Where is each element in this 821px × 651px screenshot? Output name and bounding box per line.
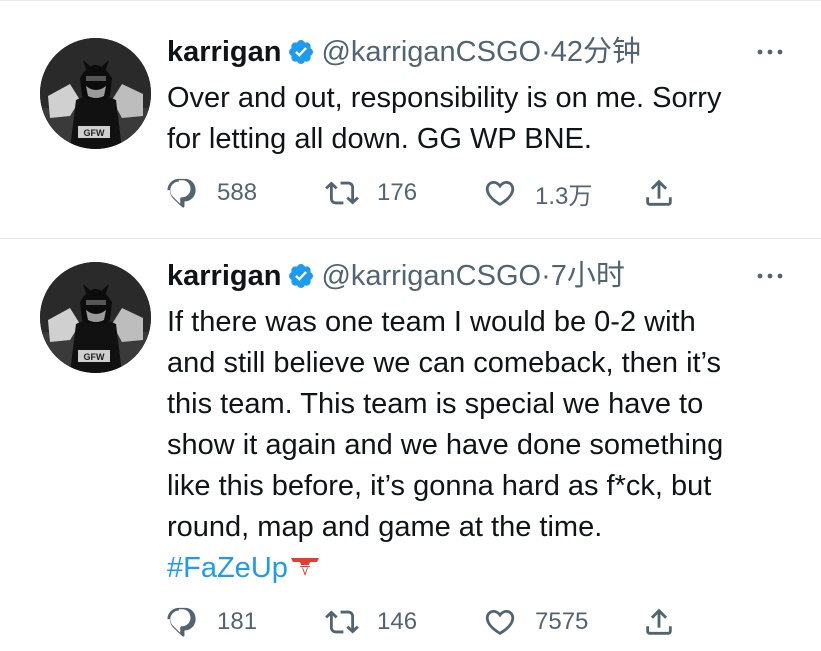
tweet-header: karrigan @karriganCSGO·7小时 xyxy=(167,256,625,296)
like-icon xyxy=(485,180,515,206)
reply-icon xyxy=(167,178,196,208)
tweet-text-line: for letting all down. GG WP BNE. xyxy=(167,123,592,155)
author-name[interactable]: karrigan xyxy=(167,260,281,292)
like-count: 7575 xyxy=(535,608,589,635)
faze-logo-icon xyxy=(290,558,319,576)
more-icon[interactable] xyxy=(752,266,788,286)
share-icon xyxy=(646,608,672,635)
retweet-icon xyxy=(325,181,359,205)
retweet-count: 146 xyxy=(377,608,418,635)
avatar-image: GFW xyxy=(40,262,151,373)
reply-count: 181 xyxy=(217,608,258,635)
tweet-text-line: this team. This team is special we have … xyxy=(167,388,704,420)
svg-text:GFW: GFW xyxy=(84,128,105,138)
separator-dot: · xyxy=(541,36,551,68)
like-icon xyxy=(485,609,515,635)
avatar[interactable]: GFW xyxy=(40,262,151,373)
retweet-button[interactable]: 176 xyxy=(325,176,417,210)
tweet-text-line: round, map and game at the time. xyxy=(167,511,603,543)
separator-dot: · xyxy=(541,260,551,292)
like-button[interactable]: 1.3万 xyxy=(483,176,592,210)
hashtag-line: #FaZeUp xyxy=(167,548,807,589)
share-button[interactable] xyxy=(642,605,676,639)
hashtag-link[interactable]: #FaZeUp xyxy=(167,552,288,584)
tweet-text-line: like this before, it’s gonna hard as f*c… xyxy=(167,470,712,502)
timestamp[interactable]: 42分钟 xyxy=(551,36,641,68)
tweet-2[interactable]: GFW karrigan @karriganCSGO·7小时 If there w… xyxy=(0,239,821,651)
more-icon[interactable] xyxy=(752,42,788,62)
tweet-text-line: If there was one team I would be 0-2 wit… xyxy=(167,306,696,338)
action-bar: 588 176 1.3万 xyxy=(165,176,705,210)
tweet-text-line: and still believe we can comeback, then … xyxy=(167,347,721,379)
verified-badge-icon xyxy=(289,264,314,288)
tweet-text: Over and out, responsibility is on me. S… xyxy=(167,78,807,160)
avatar-image: GFW xyxy=(40,38,151,149)
timestamp[interactable]: 7小时 xyxy=(551,260,625,292)
tweet-text-line: Over and out, responsibility is on me. S… xyxy=(167,82,722,114)
reply-icon xyxy=(167,607,196,637)
retweet-count: 176 xyxy=(377,179,418,206)
author-handle[interactable]: @karriganCSGO xyxy=(321,260,541,292)
reply-button[interactable]: 181 xyxy=(165,605,257,639)
avatar[interactable]: GFW xyxy=(40,38,151,149)
author-name[interactable]: karrigan xyxy=(167,36,281,68)
share-button[interactable] xyxy=(642,176,676,210)
svg-text:GFW: GFW xyxy=(84,352,105,362)
like-button[interactable]: 7575 xyxy=(483,605,588,639)
author-handle[interactable]: @karriganCSGO xyxy=(321,36,541,68)
verified-badge-icon xyxy=(289,40,314,64)
tweet-1[interactable]: GFW karrigan @karriganCSGO·42分钟 Over and … xyxy=(0,0,821,239)
tweet-text-line: show it again and we have done something xyxy=(167,429,724,461)
reply-count: 588 xyxy=(217,179,258,206)
like-count: 1.3万 xyxy=(535,182,593,210)
tweet-text: If there was one team I would be 0-2 wit… xyxy=(167,302,807,589)
action-bar: 181 146 7575 xyxy=(165,605,705,639)
retweet-button[interactable]: 146 xyxy=(325,605,417,639)
share-icon xyxy=(646,179,672,206)
tweet-header: karrigan @karriganCSGO·42分钟 xyxy=(167,32,641,72)
retweet-icon xyxy=(325,610,359,634)
reply-button[interactable]: 588 xyxy=(165,176,257,210)
